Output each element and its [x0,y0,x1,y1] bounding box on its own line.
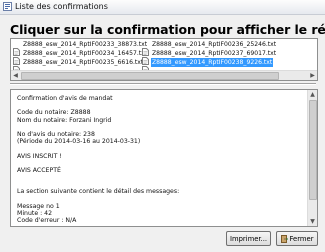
scroll-thumb[interactable] [21,72,279,80]
scroll-right-icon[interactable]: ▶ [308,71,317,80]
text-line: Nom du notaire: Forzani Ingrid [17,116,112,124]
result-text: Confirmation d'avis de mandat Code du no… [17,95,302,224]
text-line [17,124,302,131]
close-button[interactable]: Fermer [276,231,318,246]
file-item[interactable]: Z8888_esw_2014_RptIF00233_38873.txt [13,40,148,56]
file-name: Z8888_esw_2014_RptIF00235_6616.txt [23,59,144,66]
vertical-scrollbar[interactable]: ▲ ▼ [307,90,317,226]
file-item[interactable]: Z8888_esw_2014_RptIF00236_25246.txt [142,40,277,56]
text-file-icon [142,50,149,65]
text-line: Minute : 42 [17,210,53,217]
print-button[interactable]: Imprimer... [226,231,271,246]
file-item[interactable]: Z8888_esw_2014_RptIF00237_69017.txt [142,49,277,65]
file-name: Z8888_esw_2014_RptIF00238_9226.txt [151,58,274,67]
text-line [17,174,302,181]
scroll-up-icon[interactable]: ▲ [308,90,317,99]
confirmation-file-list[interactable]: Z8888_esw_2014_RptIF00233_38873.txt Z888… [10,38,318,81]
instruction-heading: Cliquer sur la confirmation pour affiche… [10,22,325,37]
close-button-label: Fermer [289,235,314,243]
exit-door-icon [280,235,288,243]
text-line: AVIS INSCRIT ! [17,152,62,160]
confirmations-window: Liste des confirmations Cliquer sur la c… [0,0,325,252]
text-line: AVIS ACCEPTÉ [17,166,61,174]
text-line: Message no 1 [17,202,60,210]
text-line: (Période du 2014-03-16 au 2014-03-31) [17,138,141,146]
horizontal-scrollbar[interactable]: ◀ ▶ [11,70,317,80]
text-line [17,102,302,109]
text-line: Confirmation d'avis de mandat [17,95,113,102]
text-line [17,160,302,167]
text-line: Code du notaire: Z8888 [17,109,91,117]
text-file-icon [142,41,149,56]
result-text-area[interactable]: Confirmation d'avis de mandat Code du no… [10,89,318,227]
file-item[interactable]: Z8888_esw_2014_RptIF00234_16457.txt [13,49,148,65]
window-title: Liste des confirmations [15,2,108,11]
text-line [17,145,302,152]
text-line: La section suivante contient le détail d… [17,188,180,196]
file-name: Z8888_esw_2014_RptIF00233_38873.txt [23,41,148,48]
file-name: Z8888_esw_2014_RptIF00236_25246.txt [152,41,277,48]
text-line [17,196,302,203]
file-item[interactable]: Z8888_esw_2014_RptIF00235_6616.txt [13,58,144,74]
text-file-icon [13,41,20,56]
divider [10,83,316,85]
scroll-down-icon[interactable]: ▼ [308,217,317,226]
text-file-icon [13,59,20,74]
scroll-thumb[interactable] [309,100,317,200]
app-icon [3,2,12,11]
text-line: Code d'erreur : N/A [17,217,77,225]
file-name: Z8888_esw_2014_RptIF00237_69017.txt [152,50,277,57]
file-name: Z8888_esw_2014_RptIF00234_16457.txt [23,50,148,57]
text-file-icon [142,59,149,74]
file-item-selected[interactable]: Z8888_esw_2014_RptIF00238_9226.txt [142,58,274,74]
scroll-left-icon[interactable]: ◀ [11,71,20,80]
text-file-icon [13,50,20,65]
title-bar: Liste des confirmations [0,0,325,15]
